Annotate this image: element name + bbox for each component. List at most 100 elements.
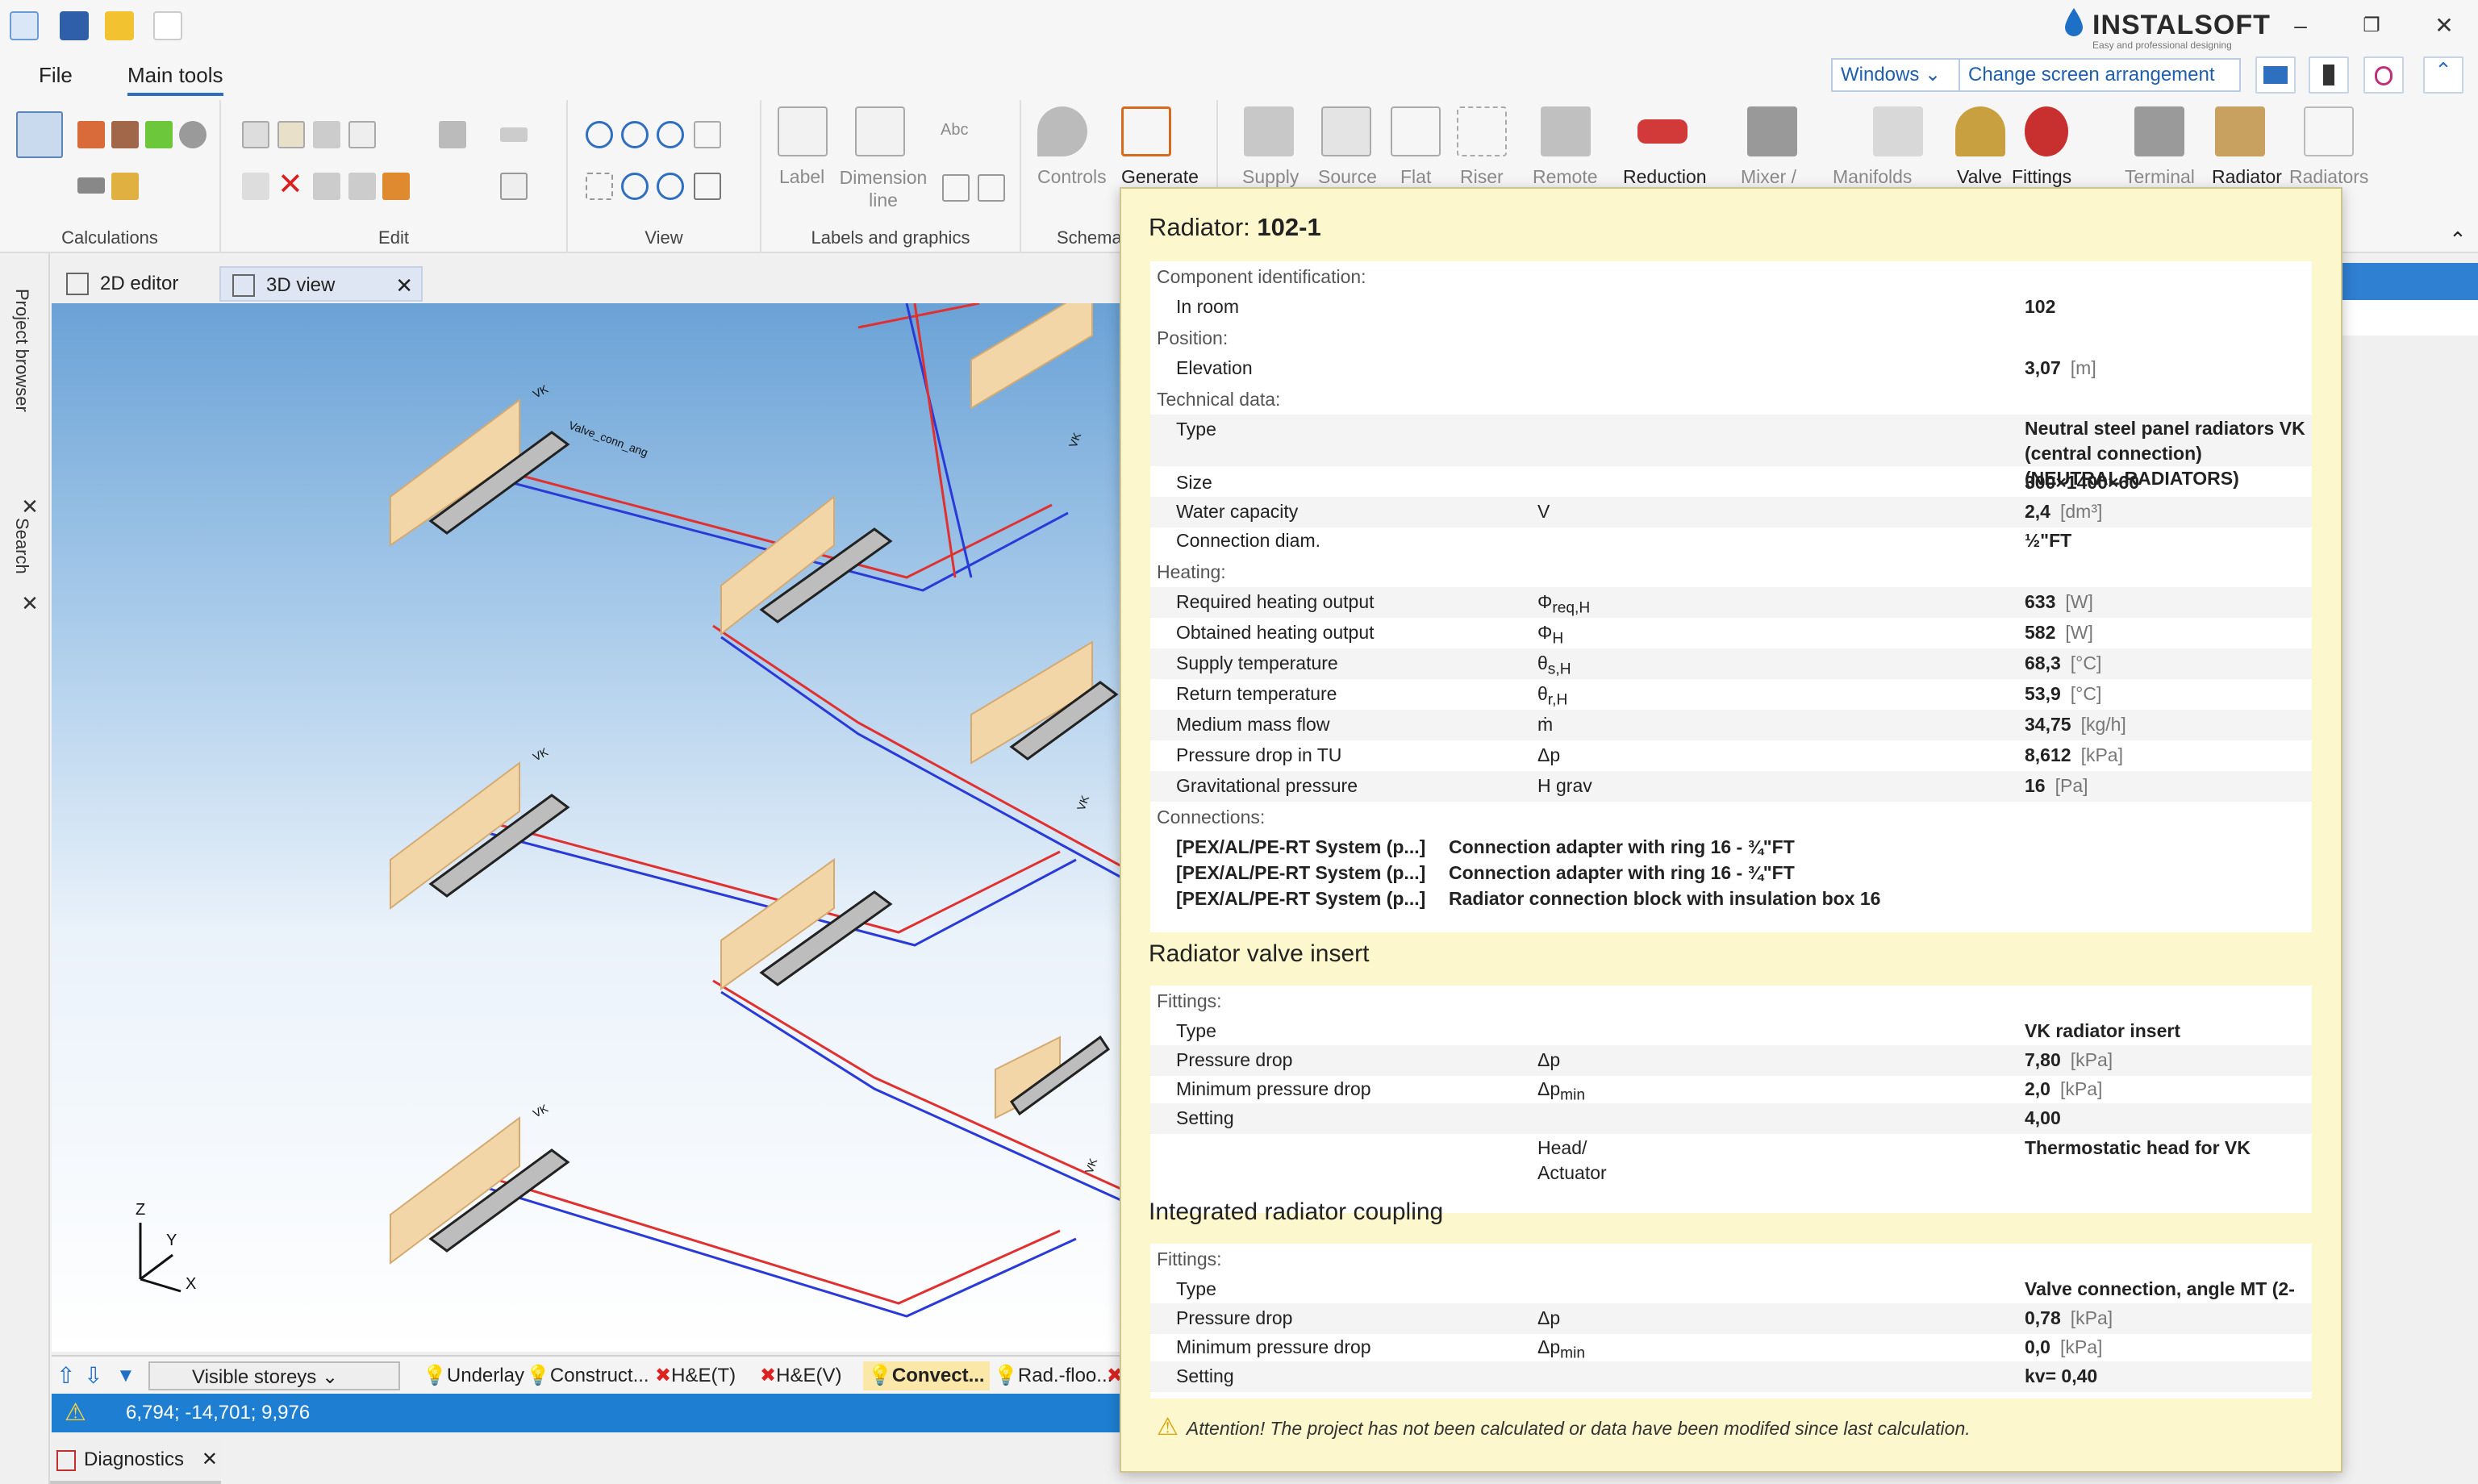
array-icon[interactable] [439,121,466,148]
save-icon[interactable] [60,11,89,40]
menu-file[interactable]: File [39,63,73,88]
diagnostics-tab[interactable]: Diagnostics ✕ [50,1439,221,1484]
generate-button[interactable]: Generate [1121,166,1199,188]
paste-icon[interactable] [277,121,305,148]
valve-icon[interactable] [1955,106,2005,156]
restore-button[interactable]: ❐ [2354,10,2389,42]
layer-rad-floor[interactable]: 💡Rad.-floo... [994,1361,1112,1390]
new-file-icon[interactable] [153,11,182,40]
move-down-icon[interactable]: ⇩ [84,1361,108,1390]
supply-button[interactable]: Supply [1242,166,1299,188]
frame-icon[interactable] [348,121,376,148]
remote-button[interactable]: Remote [1533,166,1598,188]
delete-icon[interactable]: ✕ [277,169,305,200]
radiators-button[interactable]: Radiators [2289,166,2368,188]
drop-icon[interactable] [179,121,206,148]
redo-icon[interactable] [313,173,340,200]
radiator-button[interactable]: Radiator [2212,166,2282,188]
controls-icon[interactable] [1037,106,1087,156]
zoom-previous-icon[interactable] [621,173,649,200]
zoom-out-icon[interactable] [621,121,649,148]
terminal-icon[interactable] [2134,106,2184,156]
zoom-all-icon[interactable] [657,173,684,200]
house-icon[interactable] [111,121,139,148]
panel-toggle-button[interactable] [2309,56,2349,94]
riser-button[interactable]: Riser [1460,166,1504,188]
minimize-button[interactable]: – [2283,10,2318,42]
reduction-button[interactable]: Reduction [1623,166,1707,188]
close-tab-icon[interactable]: ✕ [395,268,413,303]
settings-button[interactable] [2363,56,2404,94]
manifolds-button[interactable]: Manifolds [1833,166,1912,188]
tab-2d-editor[interactable]: 2D editor [55,266,188,302]
zoom-in-icon[interactable] [586,121,613,148]
search-tab[interactable]: Search [11,518,32,574]
flat-icon[interactable] [1391,106,1441,156]
mixer-icon[interactable] [1747,106,1797,156]
riser-icon[interactable] [1457,106,1507,156]
flat-button[interactable]: Flat [1400,166,1431,188]
reduction-icon[interactable] [1637,119,1687,144]
open-folder-icon[interactable] [105,11,134,40]
layer-he-t[interactable]: ✖H&E(T) [655,1361,736,1390]
terminal-button[interactable]: Terminal [2125,166,2195,188]
visible-storeys-dropdown[interactable]: Visible storeys ⌄ [148,1361,400,1390]
copy-icon[interactable] [242,121,269,148]
move-up-icon[interactable]: ⇧ [56,1361,81,1390]
align-icon[interactable] [348,173,376,200]
undo-icon[interactable] [313,121,340,148]
label-icon[interactable] [778,106,828,156]
dimension-line-icon[interactable] [855,106,905,156]
move-icon[interactable] [382,173,410,200]
source-button[interactable]: Source [1318,166,1377,188]
menu-main-tools[interactable]: Main tools [127,63,223,96]
measure-icon[interactable] [500,127,528,142]
select-area-icon[interactable] [500,173,528,200]
fittings-button[interactable]: Fittings [2012,166,2071,188]
calculator-icon[interactable] [16,111,63,158]
dimension-line-button[interactable]: Dimension line [839,166,928,211]
close-icon[interactable]: ✕ [18,495,43,519]
layer-he-v[interactable]: ✖H&E(V) [760,1361,841,1390]
table-icon[interactable] [942,174,970,202]
screen-layout-button[interactable] [2255,56,2296,94]
layer-construction[interactable]: 💡Construct... [526,1361,649,1390]
tab-3d-view[interactable]: 3D view ✕ [219,266,423,302]
close-icon[interactable]: ✕ [202,1439,218,1481]
generate-icon[interactable] [1121,106,1171,156]
building-icon[interactable] [77,121,105,148]
windows-dropdown[interactable]: Windows ⌄ [1831,58,1960,92]
label-button[interactable]: Label [779,166,824,188]
view-layers-icon[interactable] [694,173,721,200]
heatmap-icon[interactable] [145,121,173,148]
radiators-icon[interactable] [2304,106,2354,156]
zoom-window-icon[interactable] [694,121,721,148]
filter-icon[interactable]: ▼ [116,1361,140,1390]
viewport-3d[interactable]: VK Valve_conn_ang VK VK VK VK VK Z Y X [52,303,1124,1352]
zoom-extent-icon[interactable] [657,121,684,148]
right-panel-header[interactable] [2338,263,2478,300]
home-icon[interactable] [10,11,39,40]
abc-text-button[interactable]: Abc [941,121,968,140]
manifolds-icon[interactable] [1873,106,1923,156]
collapse-ribbon-button[interactable]: ⌃ [2423,56,2463,94]
pipe-icon[interactable] [77,177,105,194]
project-browser-tab[interactable]: Project browser [11,289,32,412]
warning-icon[interactable]: ⚠ [65,1394,86,1432]
layer-underlay[interactable]: 💡Underlay [407,1361,524,1390]
close-icon[interactable]: ✕ [18,592,43,616]
valve-button[interactable]: Valve [1957,166,2002,188]
cut-icon[interactable] [242,173,269,200]
radiator-icon[interactable] [2215,106,2265,156]
close-button[interactable]: ✕ [2426,10,2462,42]
fittings-icon[interactable] [2025,106,2068,156]
controls-button[interactable]: Controls [1037,166,1107,188]
mixer-button[interactable]: Mixer / [1741,166,1796,188]
page-icon[interactable] [978,174,1005,202]
remote-icon[interactable] [1541,106,1591,156]
edit-data-icon[interactable] [111,173,139,200]
ribbon-collapse-icon[interactable]: ⌃ [2449,227,2467,252]
source-icon[interactable] [1321,106,1371,156]
arrangement-dropdown[interactable]: Change screen arrangement ⌄ [1959,58,2241,116]
supply-icon[interactable] [1244,106,1294,156]
